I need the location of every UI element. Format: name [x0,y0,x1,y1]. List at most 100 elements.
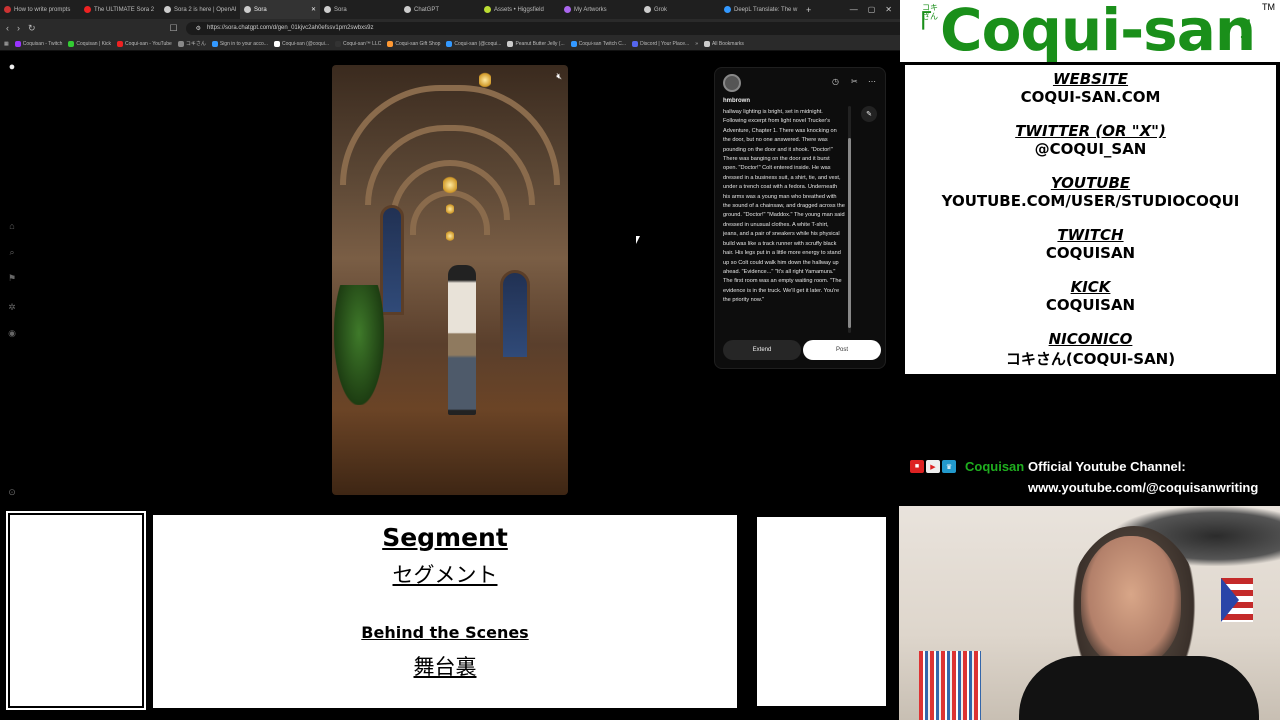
crown-icon: ♛ [942,460,956,473]
bookmark-item[interactable]: Coqui-san - YouTube [117,40,172,47]
new-tab-icon[interactable]: + [800,5,817,15]
bookmark-favicon [273,40,280,47]
social-section: KICK COQUISAN [905,278,1276,314]
social-links-panel: WEBSITE COQUI-SAN.COM TWITTER (OR "X") @… [903,63,1278,376]
tab[interactable]: Sora 2 is here | OpenAI [160,0,240,19]
prompt-panel: ◷ ✂ ⋯ hmbrown hallway lighting is bright… [714,67,886,369]
tab[interactable]: How to write prompts [0,0,80,19]
all-bookmarks[interactable]: All Bookmarks [703,40,744,47]
bookmark-favicon [14,40,21,47]
channel-title: Official Youtube Channel: [1028,459,1186,474]
tab-label: Grok [654,6,668,13]
tab-label: DeepL Translate: The w [734,6,798,13]
tab[interactable]: DeepL Translate: The w [720,0,800,19]
segment-title: Segment [382,523,508,552]
mute-icon[interactable]: 🔇︎ [556,71,562,82]
tab-label: How to write prompts [14,6,71,13]
tab-close-icon[interactable]: ✕ [311,6,316,13]
section-value: @COQUI_SAN [1034,140,1147,158]
tab[interactable]: ChatGPT [400,0,480,19]
section-value: COQUISAN [1045,244,1136,262]
bookmark-item[interactable]: Sign in to your acco... [211,40,268,47]
history-icon[interactable]: ◷ [832,77,839,86]
post-button[interactable]: Post [803,340,881,360]
tab-label: The ULTIMATE Sora 2 [94,6,155,13]
tab-label: Sora 2 is here | OpenAI [174,6,237,13]
url-input[interactable]: ⚙ https://sora.chatgpt.com/d/gen_01kjvc2… [185,21,946,35]
tab[interactable]: Sora [320,0,400,19]
sora-logo-icon[interactable]: ● [6,61,18,73]
settings-icon[interactable]: ✲ [6,302,18,314]
tab-favicon [324,6,331,13]
forward-icon[interactable]: › [17,23,20,33]
bookmark-favicon [570,40,577,47]
tab[interactable]: The ULTIMATE Sora 2 [80,0,160,19]
back-icon[interactable]: ‹ [6,23,9,33]
extend-button[interactable]: Extend [723,340,801,360]
avatar[interactable] [723,74,741,92]
video-player[interactable]: 🔇︎ [332,65,568,495]
channel-banner: ■ ▶ ♛ Coquisan Official Youtube Channel:… [910,458,1275,498]
help-icon[interactable]: ⊙ [6,487,18,499]
maximize-icon[interactable]: ▢ [868,5,876,14]
bookmark-item[interactable]: Discord | Your Place... [632,40,689,47]
bookmark-label: Coquisan | Kick [76,40,112,47]
url-text: https://sora.chatgpt.com/d/gen_01kjvc2ah… [207,25,374,31]
username[interactable]: hmbrown [723,98,750,104]
bookmark-label: コキさん [185,41,206,47]
section-heading: TWITCH [1057,226,1124,244]
bookmark-icon[interactable]: ☐ [170,23,178,34]
bookmark-item[interactable]: Coqui-san (@coqui... [446,40,501,47]
section-heading: KICK [1070,278,1111,296]
search-icon[interactable]: ⌕ [6,247,18,259]
streamer-face [1081,536,1181,666]
tab-favicon [564,6,571,13]
bookmark-item[interactable]: コキさん [177,40,206,47]
folder-icon [703,40,710,47]
trademark: TM [1262,2,1275,12]
library-icon[interactable]: ⚑ [6,273,18,285]
scrollbar-thumb[interactable] [848,138,851,328]
bookmark-item[interactable]: Coqui-san (@coqui... [273,40,329,47]
bookmark-item[interactable]: Peanut Butter Jelly (... [507,40,565,47]
social-section: WEBSITE COQUI-SAN.COM [905,70,1276,106]
bookmark-item[interactable]: Coquisan - Twitch [14,40,62,47]
tab-favicon [724,6,731,13]
site-info-icon[interactable]: ⚙ [196,25,201,32]
bookmark-item[interactable]: Coqui-san™ LLC [335,40,381,47]
tab-bar: How to write prompts The ULTIMATE Sora 2… [0,0,900,19]
bookmark-item[interactable]: Coqui-san Twitch C... [570,40,627,47]
apps-icon[interactable]: ▦ [4,41,9,47]
minimize-icon[interactable]: — [850,5,858,14]
bookmark-label: Sign in to your acco... [219,40,268,47]
section-heading: NICONICO [1048,330,1133,348]
tab[interactable]: Assets • Higgsfield [480,0,560,19]
bookmark-label: Coqui-san - YouTube [125,40,172,47]
profile-icon[interactable]: ◉ [6,328,18,340]
bookmark-label: Coqui-san Twitch C... [578,40,627,47]
bookmark-item[interactable]: Coqui-san Gift Shop [387,40,440,47]
character-figure [448,265,476,415]
tab[interactable]: My Artworks [560,0,640,19]
hallway-window [500,270,530,360]
tab-favicon [484,6,491,13]
home-icon[interactable]: ⌂ [6,221,18,233]
lamp [479,71,492,89]
prompt-text: hallway lighting is bright, set in midni… [723,109,845,304]
social-section: TWITTER (OR "X") @COQUI_SAN [905,122,1276,158]
tab[interactable]: Grok [640,0,720,19]
bookmark-favicon [387,40,394,47]
bookmarks-overflow-icon[interactable]: » [695,41,698,47]
remix-icon[interactable]: ✂ [851,77,858,86]
more-options-icon[interactable]: ⋯ [868,77,876,86]
logo-text: Coqui-san [940,0,1256,64]
bookmark-label: All Bookmarks [711,40,744,47]
reload-icon[interactable]: ↻ [28,23,36,34]
bookmark-favicon [68,40,75,47]
edit-icon[interactable]: ✎ [861,106,877,122]
tab-active[interactable]: Sora ✕ [240,0,320,19]
bookmark-item[interactable]: Coquisan | Kick [68,40,112,47]
close-window-icon[interactable]: ✕ [885,5,892,14]
section-heading: TWITTER (OR "X") [1015,122,1166,140]
social-section: NICONICO コキさん(COQUI-SAN) [905,330,1276,369]
